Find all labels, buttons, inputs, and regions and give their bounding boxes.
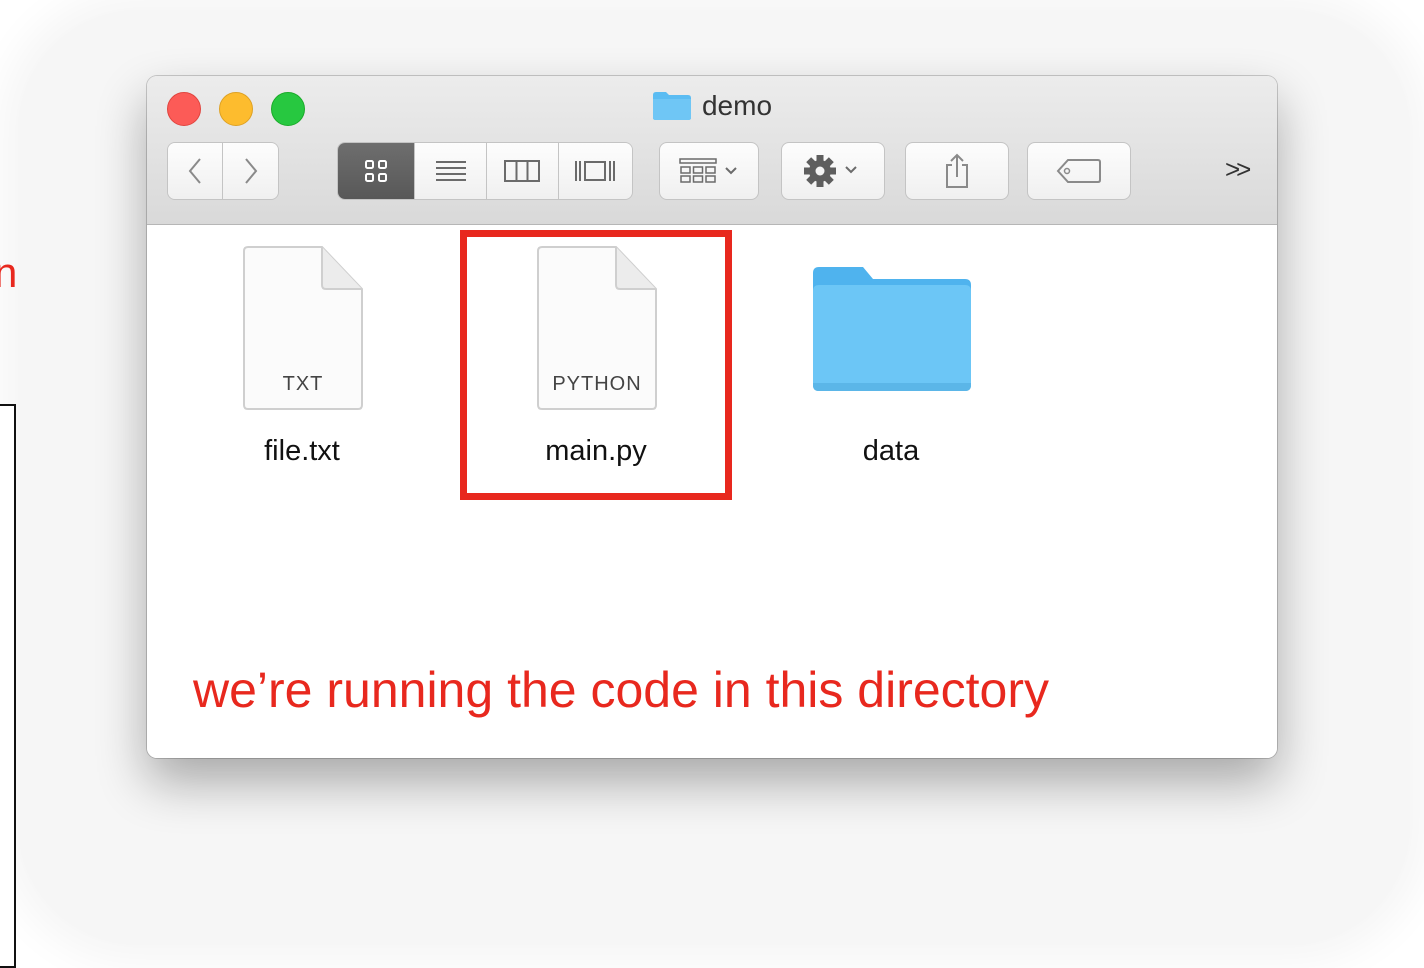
list-view-button[interactable] (415, 143, 487, 199)
list-lines-icon (435, 161, 466, 181)
title-bar: demo >> (147, 76, 1277, 225)
tags-button[interactable] (1027, 142, 1131, 200)
chevron-left-icon (188, 158, 201, 184)
window-title-text: demo (701, 90, 773, 121)
folder-icon (809, 265, 975, 395)
file-kind-tag: TXT (282, 373, 324, 395)
file-browser-content: TXT file.txt PYTHON main.py data we’re r… (147, 225, 1277, 758)
folder-name-label: data (862, 435, 920, 467)
tag-icon (1056, 159, 1101, 183)
folder-icon (652, 91, 692, 121)
icon-grid-icon (365, 160, 388, 182)
annotation-caption: we’re running the code in this directory (193, 662, 1050, 718)
share-button[interactable] (905, 142, 1009, 200)
gear-icon (804, 155, 857, 187)
action-button[interactable] (781, 142, 885, 200)
columns-icon (504, 160, 541, 182)
text-document-icon: TXT (240, 245, 366, 411)
toolbar-overflow-button[interactable]: >> (1225, 154, 1251, 185)
cut-off-annotation-box (0, 404, 16, 968)
window-title: demo (147, 90, 1277, 128)
file-name-label: file.txt (264, 435, 340, 467)
finder-window: demo >> TXT file.txt PYTHON main.py data… (147, 76, 1277, 758)
gallery-icon (575, 161, 616, 181)
share-icon (946, 153, 968, 188)
file-item[interactable]: TXT file.txt (192, 245, 412, 467)
back-forward-group (167, 142, 279, 200)
column-view-button[interactable] (486, 143, 559, 199)
cut-off-annotation-text: n (0, 249, 18, 296)
icon-view-button[interactable] (338, 143, 416, 199)
gallery-view-button[interactable] (558, 143, 632, 199)
forward-button[interactable] (223, 143, 278, 199)
back-button[interactable] (168, 143, 224, 199)
folder-item[interactable]: data (781, 245, 1001, 467)
view-mode-group (337, 142, 633, 200)
arrange-grid-icon (679, 158, 737, 183)
arrange-button[interactable] (659, 142, 759, 200)
chevron-right-icon (244, 158, 257, 184)
highlight-box (460, 230, 732, 500)
